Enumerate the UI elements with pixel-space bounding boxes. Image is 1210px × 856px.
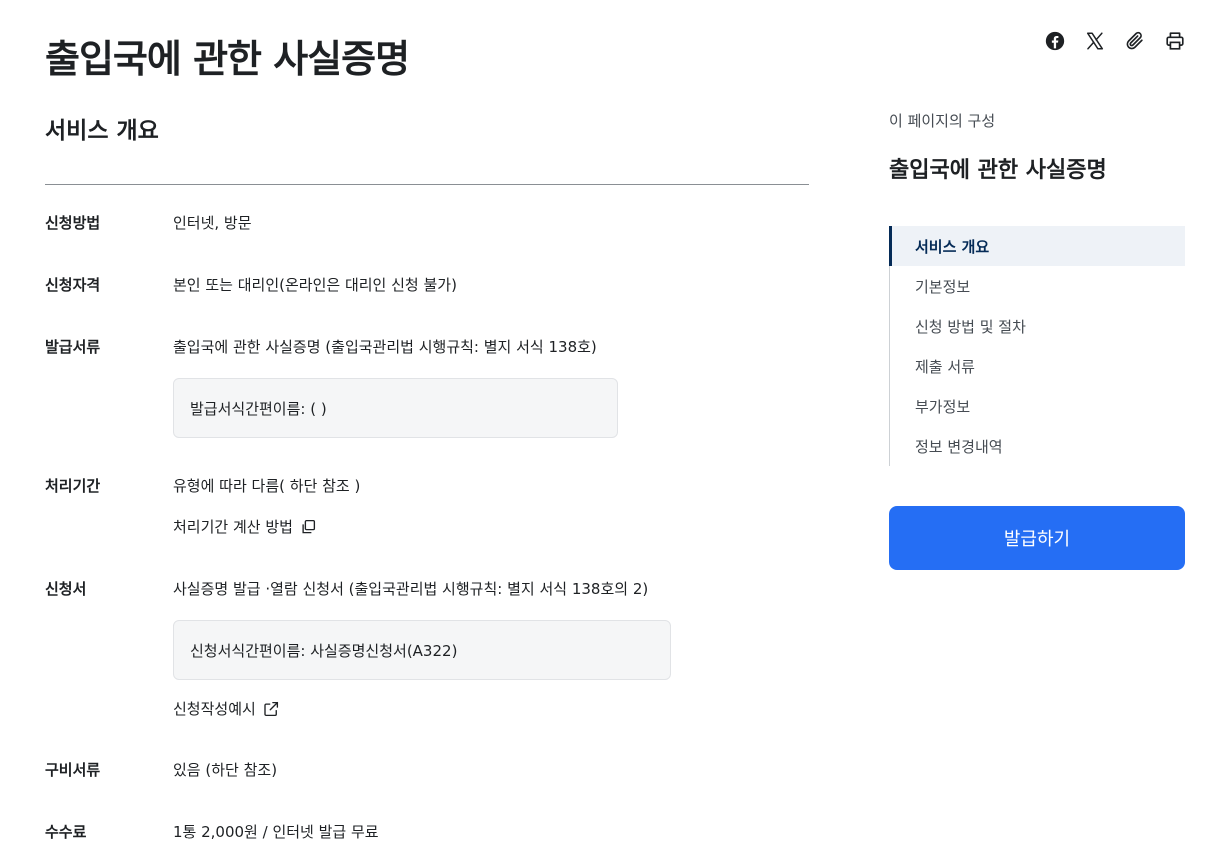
form-name-box: 신청서식간편이름: 사실증명신청서(A322) [173, 620, 671, 680]
row-value: 본인 또는 대리인(온라인은 대리인 신청 불가) [173, 276, 457, 294]
toc-item-procedure[interactable]: 신청 방법 및 절차 [890, 306, 1185, 346]
row-value: 출입국에 관한 사실증명 (출입국관리법 시행규칙: 별지 서식 138호) [173, 338, 597, 356]
row-value: 인터넷, 방문 [173, 214, 252, 232]
page-title: 출입국에 관한 사실증명 [45, 37, 410, 81]
x-icon[interactable] [1084, 30, 1106, 52]
share-toolbar [1044, 30, 1186, 52]
period-calc-link[interactable]: 처리기간 계산 방법 [173, 516, 317, 537]
row-value: 1통 2,000원 / 인터넷 발급 무료 [173, 823, 379, 841]
row-value: 사실증명 발급 ·열람 신청서 (출입국관리법 시행규칙: 별지 서식 138호… [173, 580, 649, 598]
row-label: 처리기간 [45, 477, 101, 495]
section-divider [45, 184, 809, 185]
issue-button[interactable]: 발급하기 [889, 506, 1185, 570]
link-label: 처리기간 계산 방법 [173, 518, 293, 536]
form-example-link[interactable]: 신청작성예시 [173, 698, 280, 719]
toc-item-basic-info[interactable]: 기본정보 [890, 266, 1185, 306]
row-label: 구비서류 [45, 761, 101, 779]
toc-item-documents[interactable]: 제출 서류 [890, 346, 1185, 386]
external-link-icon [264, 701, 278, 716]
row-label: 발급서류 [45, 338, 101, 356]
section-title: 서비스 개요 [45, 118, 159, 144]
toc-item-overview[interactable]: 서비스 개요 [889, 226, 1185, 266]
toc-title: 출입국에 관한 사실증명 [889, 158, 1107, 183]
facebook-icon[interactable] [1044, 30, 1066, 52]
row-label: 신청방법 [45, 214, 101, 232]
row-label: 수수료 [45, 823, 87, 841]
row-label: 신청서 [45, 580, 87, 598]
form-name-box: 발급서식간편이름: ( ) [173, 378, 618, 438]
copy-icon [302, 519, 315, 533]
print-icon[interactable] [1164, 30, 1186, 52]
toc-nav: 서비스 개요 기본정보 신청 방법 및 절차 제출 서류 부가정보 정보 변경내… [889, 226, 1185, 466]
toc-caption: 이 페이지의 구성 [889, 112, 996, 130]
link-label: 신청작성예시 [173, 700, 256, 718]
row-value: 유형에 따라 다름( 하단 참조 ) [173, 477, 361, 495]
toc-item-change-history[interactable]: 정보 변경내역 [890, 426, 1185, 466]
toc-item-additional-info[interactable]: 부가정보 [890, 386, 1185, 426]
row-label: 신청자격 [45, 276, 101, 294]
paperclip-icon[interactable] [1124, 30, 1146, 52]
row-value: 있음 (하단 참조) [173, 761, 278, 779]
